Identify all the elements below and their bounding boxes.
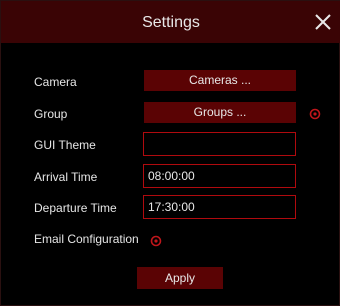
group-label: Group [34,107,68,121]
dialog-title: Settings [142,14,200,31]
camera-label: Camera [34,75,77,89]
gui-theme-field[interactable] [143,132,296,156]
groups-button[interactable]: Groups ... [144,102,296,123]
arrival-time-label: Arrival Time [34,170,98,184]
email-configuration-label: Email Configuration [34,232,139,246]
cameras-button[interactable]: Cameras ... [144,70,296,91]
arrival-time-field[interactable]: 08:00:00 [143,164,296,188]
title-bar: Settings [1,1,340,43]
gui-theme-label: GUI Theme [34,138,96,152]
settings-dialog: Settings Camera Cameras ... Group Groups… [0,0,340,306]
close-icon[interactable] [311,10,335,34]
departure-time-label: Departure Time [34,201,117,215]
apply-button[interactable]: Apply [137,267,223,289]
gear-icon[interactable] [150,234,162,247]
departure-time-field[interactable]: 17:30:00 [143,195,296,219]
gear-icon[interactable] [309,107,321,120]
